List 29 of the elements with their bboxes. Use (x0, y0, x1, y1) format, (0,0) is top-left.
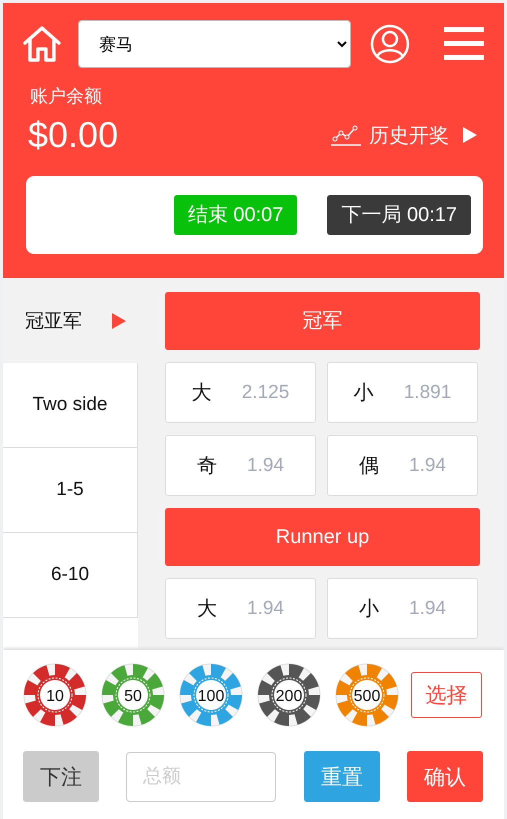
triangle-icon (463, 127, 477, 143)
chip-button[interactable]: 500 (335, 663, 399, 727)
bet-option[interactable]: 小 1.891 (327, 362, 478, 423)
chip-button[interactable]: 50 (101, 663, 165, 727)
chip-button[interactable]: 200 (257, 663, 321, 727)
chip-button[interactable]: 100 (179, 663, 243, 727)
bet-option[interactable]: 大 2.125 (165, 362, 316, 423)
sidebar-item[interactable]: 6-10 (3, 533, 138, 618)
balance-label: 账户余额 (30, 85, 103, 108)
group-title: 冠军 (165, 292, 480, 350)
balance-amount: $0.00 (28, 114, 118, 156)
sidebar-item[interactable]: Two side (3, 363, 138, 448)
game-select[interactable]: 赛马 (78, 20, 352, 68)
chip-button[interactable]: 10 (23, 663, 87, 727)
user-icon[interactable] (370, 24, 410, 64)
bet-option[interactable]: 偶 1.94 (327, 435, 478, 496)
bet-button[interactable]: 下注 (23, 751, 99, 802)
bet-option[interactable]: 奇 1.94 (165, 435, 316, 496)
home-icon[interactable] (22, 24, 62, 64)
triangle-icon (112, 312, 126, 328)
closing-timer: 结束 00:07 (174, 195, 298, 235)
sidebar-item[interactable]: 1-5 (3, 448, 138, 533)
bet-option[interactable]: 大 1.94 (165, 578, 316, 639)
line-chart-icon (331, 123, 361, 147)
next-round-timer: 下一局 00:17 (327, 195, 471, 235)
group-title: Runner up (165, 508, 480, 566)
sidebar-item[interactable]: 冠亚军 (3, 278, 138, 363)
menu-icon[interactable] (444, 27, 484, 61)
bet-option[interactable]: 小 1.94 (327, 578, 478, 639)
